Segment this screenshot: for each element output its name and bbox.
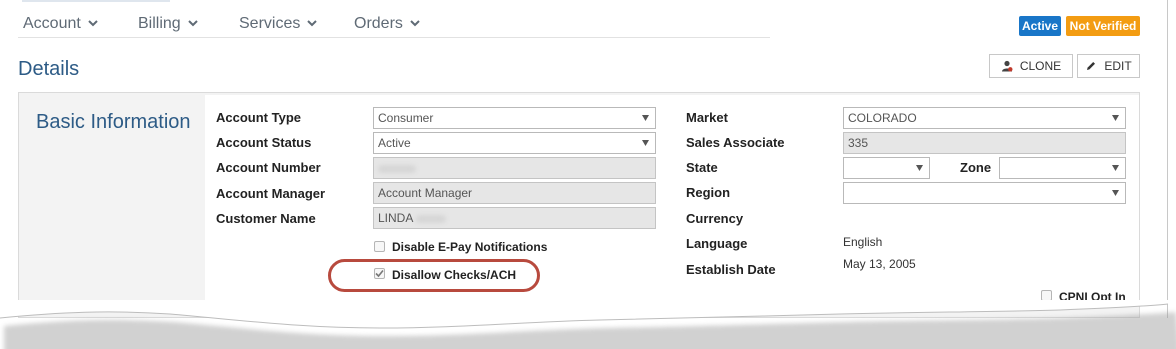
establish-date-value: May 13, 2005 — [843, 257, 916, 271]
page-title: Details — [18, 58, 80, 80]
region-select[interactable] — [843, 182, 1126, 204]
market-select[interactable]: COLORADO — [843, 107, 1126, 129]
account-status-select[interactable]: Active — [373, 132, 656, 154]
status-badge-active: Active — [1019, 16, 1061, 36]
state-label: State — [686, 160, 718, 175]
nav-item-label: Account — [23, 15, 81, 32]
nav-item-label: Services — [239, 15, 301, 32]
dropdown-arrow-icon — [916, 165, 923, 171]
chevron-down-icon — [306, 17, 318, 29]
nav-item-label: Billing — [138, 15, 181, 32]
dropdown-arrow-icon — [1112, 115, 1119, 121]
nav-item-account[interactable]: Account — [23, 15, 99, 33]
disable-epay-checkbox[interactable] — [374, 241, 385, 252]
language-value: English — [843, 235, 883, 249]
nav-active-indicator — [22, 0, 170, 2]
market-value: COLORADO — [848, 111, 917, 125]
account-manager-field: Account Manager — [373, 182, 656, 204]
account-number-label: Account Number — [216, 160, 321, 175]
section-title: Basic Information — [36, 111, 191, 133]
dropdown-arrow-icon — [1112, 190, 1119, 196]
nav-item-billing[interactable]: Billing — [138, 15, 199, 33]
account-type-select[interactable]: Consumer — [373, 107, 656, 129]
zone-label: Zone — [960, 160, 992, 175]
clone-button[interactable]: CLONE — [989, 54, 1073, 78]
dropdown-arrow-icon — [642, 115, 649, 121]
state-select[interactable] — [843, 157, 930, 179]
chevron-down-icon — [409, 17, 421, 29]
customer-name-value: LINDA — [378, 211, 413, 225]
region-label: Region — [686, 185, 731, 200]
redacted-value — [416, 214, 447, 223]
callout-highlight-ring — [328, 259, 540, 292]
establish-date-label: Establish Date — [686, 262, 776, 277]
nav-item-label: Orders — [354, 15, 403, 32]
torn-edge-decoration — [0, 300, 1176, 349]
chevron-down-icon — [187, 17, 199, 29]
nav-item-orders[interactable]: Orders — [354, 15, 421, 33]
sales-associate-field: 335 — [843, 132, 1126, 154]
chevron-down-icon — [87, 17, 99, 29]
edit-button-label: EDIT — [1104, 59, 1132, 73]
redacted-value — [378, 164, 416, 173]
account-type-label: Account Type — [216, 110, 301, 125]
user-icon — [1001, 60, 1013, 72]
page: Account Billing Services Orders Active N… — [0, 0, 1168, 318]
dropdown-arrow-icon — [1112, 165, 1119, 171]
edit-button[interactable]: EDIT — [1077, 54, 1140, 78]
clone-button-label: CLONE — [1019, 59, 1062, 73]
market-label: Market — [686, 110, 728, 125]
zone-select[interactable] — [999, 157, 1126, 179]
customer-name-field: LINDA — [373, 207, 656, 229]
currency-label: Currency — [686, 211, 744, 226]
account-number-field — [373, 157, 656, 179]
top-nav: Account Billing Services Orders — [18, 0, 770, 38]
pencil-icon — [1085, 60, 1097, 72]
account-manager-value: Account Manager — [378, 186, 473, 200]
language-label: Language — [686, 236, 748, 251]
account-type-value: Consumer — [378, 111, 434, 125]
dropdown-arrow-icon — [642, 140, 649, 146]
account-status-label: Account Status — [216, 135, 312, 150]
sales-associate-value: 335 — [848, 136, 869, 150]
account-manager-label: Account Manager — [216, 186, 326, 201]
disable-epay-label: Disable E-Pay Notifications — [392, 240, 548, 254]
account-status-value: Active — [378, 136, 411, 150]
nav-item-services[interactable]: Services — [239, 15, 318, 33]
sales-associate-label: Sales Associate — [686, 135, 785, 150]
status-badge-not-verified: Not Verified — [1066, 16, 1140, 36]
customer-name-label: Customer Name — [216, 211, 316, 226]
